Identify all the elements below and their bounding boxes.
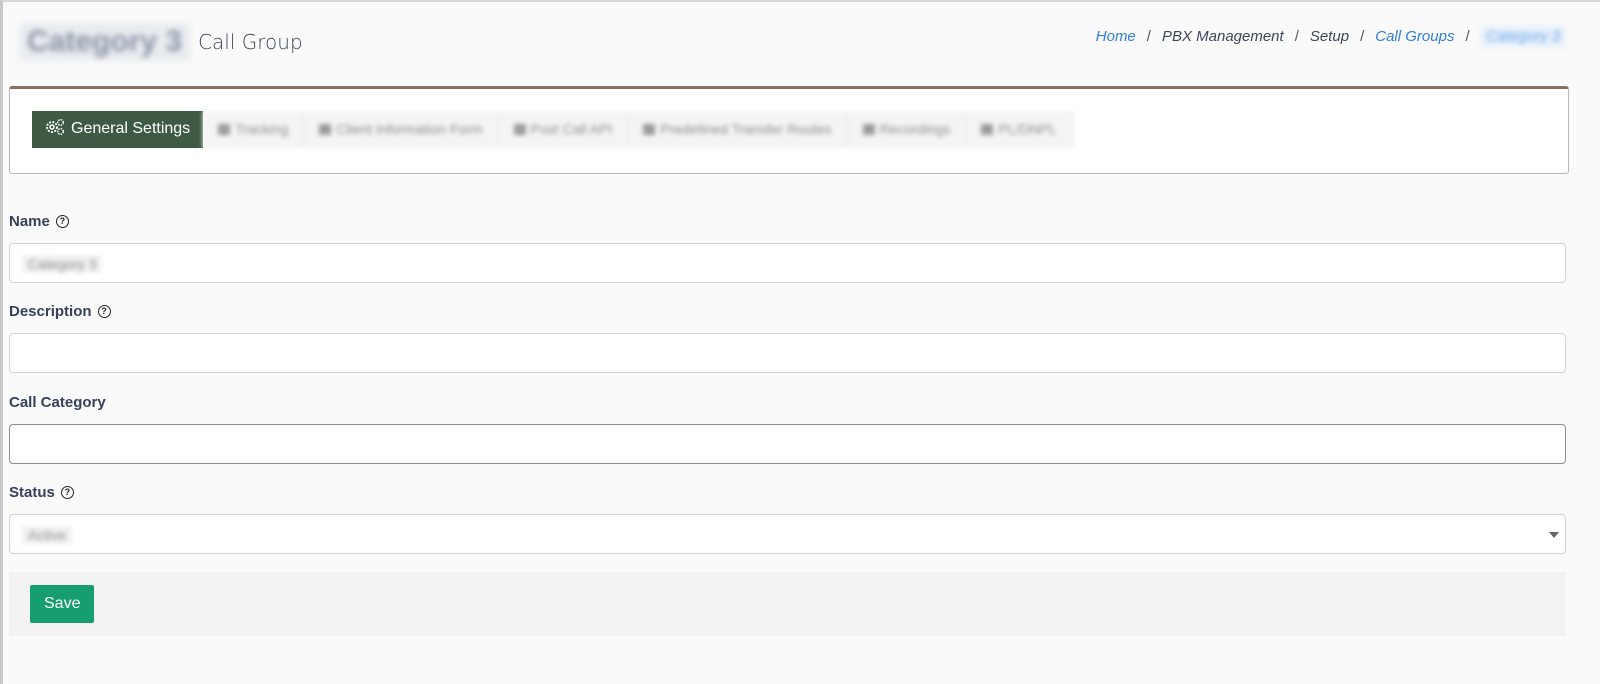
breadcrumb-home[interactable]: Home [1096,28,1136,45]
chevron-down-icon [1549,532,1559,538]
breadcrumb-separator: / [1146,28,1151,45]
tab-predefined-transfer-routes[interactable]: Predefined Transfer Routes [628,110,848,148]
status-select[interactable]: Active [9,514,1566,554]
status-select-value: Active [22,526,73,544]
breadcrumb-separator: / [1294,28,1299,45]
description-field[interactable] [9,333,1566,373]
tab-client-information-form-label: Client Information Form [336,121,483,137]
save-button[interactable]: Save [30,585,95,623]
breadcrumb-pbx-management: PBX Management [1161,28,1284,45]
question-circle-icon[interactable]: ? [55,215,69,228]
tab-client-information-form[interactable]: Client Information Form [304,110,499,148]
bar-chart-icon [513,123,526,135]
description-label-text: Description [9,303,92,320]
bar-chart-icon [643,123,656,135]
page-title: Call Group [198,30,303,54]
call-category-label: Call Category [9,394,106,411]
tab-general-settings-label: General Settings [71,120,191,137]
tab-recordings[interactable]: Recordings [848,110,967,148]
form-footer: Save [9,572,1566,636]
page-title-prefix: Category 3 [19,23,191,61]
tabs-other: Tracking Client Information Form Post Ca… [203,110,1073,148]
table-icon [862,123,875,135]
status-label: Status ? [9,484,74,501]
breadcrumb-separator: / [1465,28,1470,45]
tabs-card: General Settings Tracking Client Informa… [9,86,1569,174]
status-label-text: Status [9,484,55,501]
tabs-bar: General Settings Tracking Client Informa… [32,110,1073,148]
question-circle-icon[interactable]: ? [97,305,111,318]
tab-post-call-api[interactable]: Post Call API [499,110,629,148]
breadcrumb-separator: / [1360,28,1365,45]
breadcrumb-current[interactable]: Category 3 [1480,26,1566,47]
description-label: Description ? [9,303,111,320]
tab-general-settings[interactable]: General Settings [32,110,204,148]
tab-tracking[interactable]: Tracking [203,110,305,148]
tab-recordings-label: Recordings [879,121,951,137]
breadcrumb-setup: Setup [1309,28,1350,45]
tab-tracking-label: Tracking [235,121,289,137]
tab-pl-dnpl-label: PL/DNPL [998,121,1057,137]
table-icon [319,123,332,135]
page: Category 3 Call Group Home / PBX Managem… [0,0,1600,684]
call-category-label-text: Call Category [9,394,106,411]
tab-predefined-transfer-routes-label: Predefined Transfer Routes [660,121,832,137]
question-circle-icon[interactable]: ? [60,486,74,499]
file-icon [981,123,994,135]
tab-post-call-api-label: Post Call API [530,121,613,137]
name-field-value: Category 3 [22,255,103,273]
name-field[interactable]: Category 3 [9,243,1566,283]
call-category-field[interactable] [9,424,1566,464]
name-label: Name ? [9,213,69,230]
gears-icon [45,118,65,141]
tab-pl-dnpl[interactable]: PL/DNPL [966,110,1073,148]
breadcrumb-call-groups[interactable]: Call Groups [1375,28,1454,45]
name-label-text: Name [9,213,50,230]
breadcrumb: Home / PBX Management / Setup / Call Gro… [1096,26,1566,47]
list-icon [218,123,231,135]
page-header: Category 3 Call Group [19,20,303,64]
